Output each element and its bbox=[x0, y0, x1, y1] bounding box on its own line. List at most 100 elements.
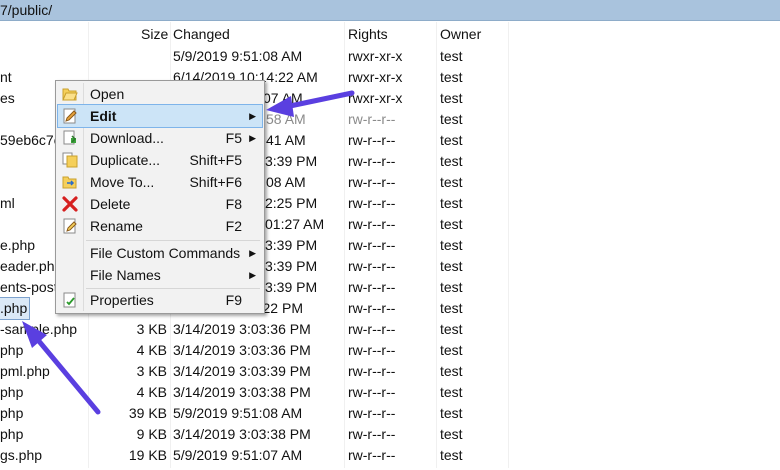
column-header-rights[interactable]: Rights bbox=[348, 22, 388, 46]
column-header-size[interactable]: Size bbox=[141, 22, 168, 46]
file-changed: 01:27 AM bbox=[265, 216, 325, 232]
menu-item-move-to[interactable]: Move To... Shift+F6 bbox=[58, 171, 262, 193]
red-x-icon bbox=[62, 196, 78, 212]
file-name: gs.php bbox=[0, 447, 43, 463]
file-row[interactable]: gs.php 19 KB 5/9/2019 9:51:07 AM rw-r--r-- t… bbox=[0, 445, 780, 466]
menu-item-file-names[interactable]: File Names ▶ bbox=[58, 264, 262, 286]
submenu-arrow-icon: ▶ bbox=[249, 111, 256, 121]
file-name: pml.php bbox=[0, 363, 50, 379]
move-icon bbox=[62, 176, 77, 189]
file-changed: 2:25 PM bbox=[265, 195, 318, 211]
menu-separator bbox=[86, 240, 260, 241]
file-owner: test bbox=[440, 174, 463, 190]
menu-item-download[interactable]: Download... F5 ▶ bbox=[58, 127, 262, 149]
menu-item-label: File Names bbox=[90, 267, 161, 283]
file-name: e.php bbox=[0, 237, 36, 253]
file-owner: test bbox=[440, 132, 463, 148]
file-name: -sample.php bbox=[0, 321, 78, 337]
file-rights: rw-r--r-- bbox=[348, 384, 396, 400]
file-owner: test bbox=[440, 216, 463, 232]
file-rights: rw-r--r-- bbox=[348, 426, 396, 442]
file-row[interactable]: 5/9/2019 9:51:08 AM rwxr-xr-x test bbox=[0, 46, 780, 67]
menu-shortcut: Shift+F6 bbox=[189, 174, 242, 190]
submenu-arrow-icon: ▶ bbox=[249, 133, 256, 143]
file-size: 3 KB bbox=[136, 321, 167, 337]
file-owner: test bbox=[440, 279, 463, 295]
file-row[interactable]: php 4 KB 3/14/2019 3:03:36 PM rw-r--r-- test bbox=[0, 340, 780, 361]
menu-item-properties[interactable]: Properties F9 bbox=[58, 289, 262, 311]
file-changed: 3/14/2019 3:03:38 PM bbox=[173, 426, 311, 442]
column-header-owner[interactable]: Owner bbox=[440, 22, 481, 46]
file-rights: rw-r--r-- bbox=[348, 195, 396, 211]
file-changed: 3:39 PM bbox=[265, 279, 318, 295]
menu-shortcut: F8 bbox=[225, 196, 242, 212]
file-row[interactable]: php 9 KB 3/14/2019 3:03:38 PM rw-r--r-- test bbox=[0, 424, 780, 445]
file-changed: 5/9/2019 9:51:08 AM bbox=[173, 405, 303, 421]
file-changed: 3:39 PM bbox=[265, 258, 318, 274]
path-text: 7/public/ bbox=[0, 2, 53, 18]
file-changed: 3/14/2019 3:03:39 PM bbox=[173, 363, 311, 379]
file-rights: rw-r--r-- bbox=[348, 321, 396, 337]
file-name: .php bbox=[0, 297, 31, 320]
menu-shortcut: F2 bbox=[225, 218, 242, 234]
file-owner: test bbox=[440, 363, 463, 379]
file-owner: test bbox=[440, 69, 463, 85]
file-owner: test bbox=[440, 384, 463, 400]
menu-item-label: File Custom Commands bbox=[90, 245, 241, 261]
file-changed: 3:39 PM bbox=[265, 153, 318, 169]
menu-item-label: Delete bbox=[90, 196, 131, 212]
menu-item-label: Duplicate... bbox=[90, 152, 161, 168]
path-bar: 7/public/ bbox=[0, 0, 780, 21]
file-row[interactable]: php 4 KB 3/14/2019 3:03:38 PM rw-r--r-- test bbox=[0, 382, 780, 403]
menu-item-open[interactable]: Open bbox=[58, 83, 262, 105]
file-changed: 08 AM bbox=[266, 174, 306, 190]
file-rights: rw-r--r-- bbox=[348, 237, 396, 253]
file-owner: test bbox=[440, 237, 463, 253]
file-rights: rwxr-xr-x bbox=[348, 48, 403, 64]
properties-icon bbox=[63, 292, 76, 308]
file-size: 9 KB bbox=[136, 426, 167, 442]
file-changed: 3/14/2019 3:03:36 PM bbox=[173, 321, 311, 337]
file-rights: rwxr-xr-x bbox=[348, 90, 403, 106]
file-name: ents-post bbox=[0, 279, 58, 295]
menu-item-edit[interactable]: Edit ▶ bbox=[57, 104, 263, 128]
column-header-changed[interactable]: Changed bbox=[173, 22, 230, 46]
file-owner: test bbox=[440, 447, 463, 463]
menu-item-label: Properties bbox=[90, 292, 154, 308]
menu-item-label: Rename bbox=[90, 218, 143, 234]
file-owner: test bbox=[440, 300, 463, 316]
file-rights: rw-r--r-- bbox=[348, 447, 396, 463]
file-size: 39 KB bbox=[128, 405, 167, 421]
menu-item-label: Edit bbox=[90, 108, 117, 124]
file-rights: rw-r--r-- bbox=[348, 216, 396, 232]
file-rights: rw-r--r-- bbox=[348, 279, 396, 295]
file-changed: 5/9/2019 9:51:07 AM bbox=[173, 447, 303, 463]
file-rights: rw-r--r-- bbox=[348, 258, 396, 274]
menu-item-delete[interactable]: Delete F8 bbox=[58, 193, 262, 215]
file-rights: rw-r--r-- bbox=[348, 300, 396, 316]
file-size: 4 KB bbox=[136, 342, 167, 358]
file-name: nt bbox=[0, 69, 12, 85]
file-rights: rwxr-xr-x bbox=[348, 69, 403, 85]
file-name: php bbox=[0, 405, 24, 421]
file-row[interactable]: pml.php 3 KB 3/14/2019 3:03:39 PM rw-r--r--… bbox=[0, 361, 780, 382]
file-rights: rw-r--r-- bbox=[348, 111, 396, 127]
file-rights: rw-r--r-- bbox=[348, 174, 396, 190]
file-owner: test bbox=[440, 111, 463, 127]
menu-item-duplicate[interactable]: Duplicate... Shift+F5 bbox=[58, 149, 262, 171]
context-menu: Open Edit ▶ Download... F5 ▶ Duplicate..… bbox=[55, 80, 265, 314]
menu-shortcut: F5 bbox=[225, 130, 242, 146]
file-rights: rw-r--r-- bbox=[348, 342, 396, 358]
file-owner: test bbox=[440, 426, 463, 442]
menu-item-label: Move To... bbox=[90, 174, 155, 190]
file-owner: test bbox=[440, 342, 463, 358]
file-rights: rw-r--r-- bbox=[348, 132, 396, 148]
folder-open-icon bbox=[62, 88, 78, 101]
download-icon bbox=[63, 130, 77, 145]
file-row[interactable]: -sample.php 3 KB 3/14/2019 3:03:36 PM rw-r-… bbox=[0, 319, 780, 340]
file-changed: 58 AM bbox=[266, 111, 306, 127]
file-row[interactable]: php 39 KB 5/9/2019 9:51:08 AM rw-r--r-- test bbox=[0, 403, 780, 424]
file-name: eader.php bbox=[0, 258, 63, 274]
menu-item-rename[interactable]: Rename F2 bbox=[58, 215, 262, 237]
menu-item-file-custom-commands[interactable]: File Custom Commands ▶ bbox=[58, 242, 262, 264]
